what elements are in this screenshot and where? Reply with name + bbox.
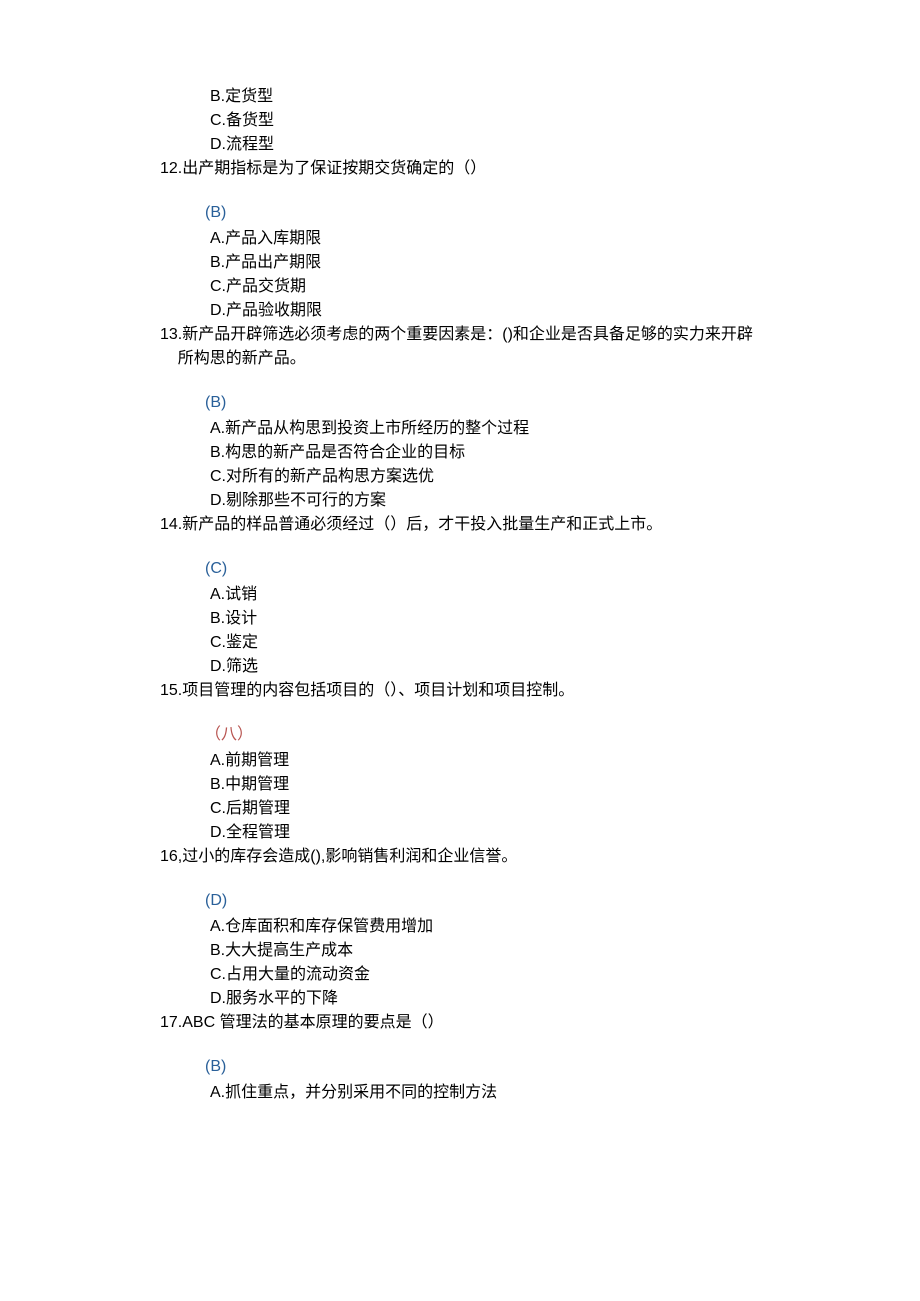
option-text: A.产品入库期限 xyxy=(210,227,920,251)
options-block: A.抓住重点，并分别采用不同的控制方法 xyxy=(210,1081,920,1105)
options-block: A.前期管理 B.中期管理 C.后期管理 D.全程管理 xyxy=(210,749,920,845)
option-text: C.产品交货期 xyxy=(210,275,920,299)
question-row: 17.ABC 管理法的基本原理的要点是（） xyxy=(160,1011,920,1035)
option-text: D.产品验收期限 xyxy=(210,299,920,323)
question-text: .项目管理的内容包括项目的（）、项目计划和项目控制。 xyxy=(178,679,920,703)
document-page: B.定货型 C.备货型 D.流程型 12. 出产期指标是为了保证按期交货确定的（… xyxy=(0,0,920,1301)
option-text: A.前期管理 xyxy=(210,749,920,773)
question-row: 14 .新产品的样品普通必须经过（）后，才干投入批量生产和正式上市。 xyxy=(160,513,920,537)
option-text: B.构思的新产品是否符合企业的目标 xyxy=(210,441,920,465)
answer-key: (B) xyxy=(205,391,920,415)
option-text: C.占用大量的流动资金 xyxy=(210,963,920,987)
question-number: 13 xyxy=(160,323,178,371)
option-text: A.抓住重点，并分别采用不同的控制方法 xyxy=(210,1081,920,1105)
options-block: A.试销 B.设计 C.鉴定 D.筛选 xyxy=(210,583,920,679)
option-text: A.新产品从构思到投资上市所经历的整个过程 xyxy=(210,417,920,441)
option-text: C.备货型 xyxy=(210,109,920,133)
question-text: ABC 管理法的基本原理的要点是（） xyxy=(182,1011,920,1035)
question-row: 13 .新产品开辟筛选必须考虑的两个重要因素是：()和企业是否具备足够的实力来开… xyxy=(160,323,920,371)
question-row: 12. 出产期指标是为了保证按期交货确定的（） xyxy=(160,157,920,181)
partial-prev-options: B.定货型 C.备货型 D.流程型 xyxy=(210,85,920,157)
answer-key: (B) xyxy=(205,201,920,225)
option-text: A.试销 xyxy=(210,583,920,607)
question-number: 12. xyxy=(160,157,182,181)
option-text: D.筛选 xyxy=(210,655,920,679)
answer-key: （八） xyxy=(205,723,920,747)
option-text: C.鉴定 xyxy=(210,631,920,655)
question-text: .新产品的样品普通必须经过（）后，才干投入批量生产和正式上市。 xyxy=(178,513,920,537)
question-row: 16, 过小的库存会造成(),影响销售利润和企业信誉。 xyxy=(160,845,920,869)
answer-key: (C) xyxy=(205,557,920,581)
question-number: 16, xyxy=(160,845,182,869)
question-text: 过小的库存会造成(),影响销售利润和企业信誉。 xyxy=(182,845,920,869)
option-text: B.中期管理 xyxy=(210,773,920,797)
option-text: D.剔除那些不可行的方案 xyxy=(210,489,920,513)
options-block: A.产品入库期限 B.产品出产期限 C.产品交货期 D.产品验收期限 xyxy=(210,227,920,323)
option-text: D.服务水平的下降 xyxy=(210,987,920,1011)
options-block: A.仓库面积和库存保管费用增加 B.大大提高生产成本 C.占用大量的流动资金 D… xyxy=(210,915,920,1011)
option-text: C.对所有的新产品构思方案选优 xyxy=(210,465,920,489)
option-text: B.产品出产期限 xyxy=(210,251,920,275)
option-text: C.后期管理 xyxy=(210,797,920,821)
question-row: 15 .项目管理的内容包括项目的（）、项目计划和项目控制。 xyxy=(160,679,920,703)
question-text: .新产品开辟筛选必须考虑的两个重要因素是：()和企业是否具备足够的实力来开辟所构… xyxy=(178,323,920,371)
option-text: A.仓库面积和库存保管费用增加 xyxy=(210,915,920,939)
question-number: 17. xyxy=(160,1011,182,1035)
option-text: B.设计 xyxy=(210,607,920,631)
option-text: B.定货型 xyxy=(210,85,920,109)
question-text: 出产期指标是为了保证按期交货确定的（） xyxy=(182,157,920,181)
option-text: D.流程型 xyxy=(210,133,920,157)
option-text: B.大大提高生产成本 xyxy=(210,939,920,963)
question-number: 15 xyxy=(160,679,178,703)
option-text: D.全程管理 xyxy=(210,821,920,845)
options-block: A.新产品从构思到投资上市所经历的整个过程 B.构思的新产品是否符合企业的目标 … xyxy=(210,417,920,513)
question-number: 14 xyxy=(160,513,178,537)
answer-key: (D) xyxy=(205,889,920,913)
answer-key: (B) xyxy=(205,1055,920,1079)
